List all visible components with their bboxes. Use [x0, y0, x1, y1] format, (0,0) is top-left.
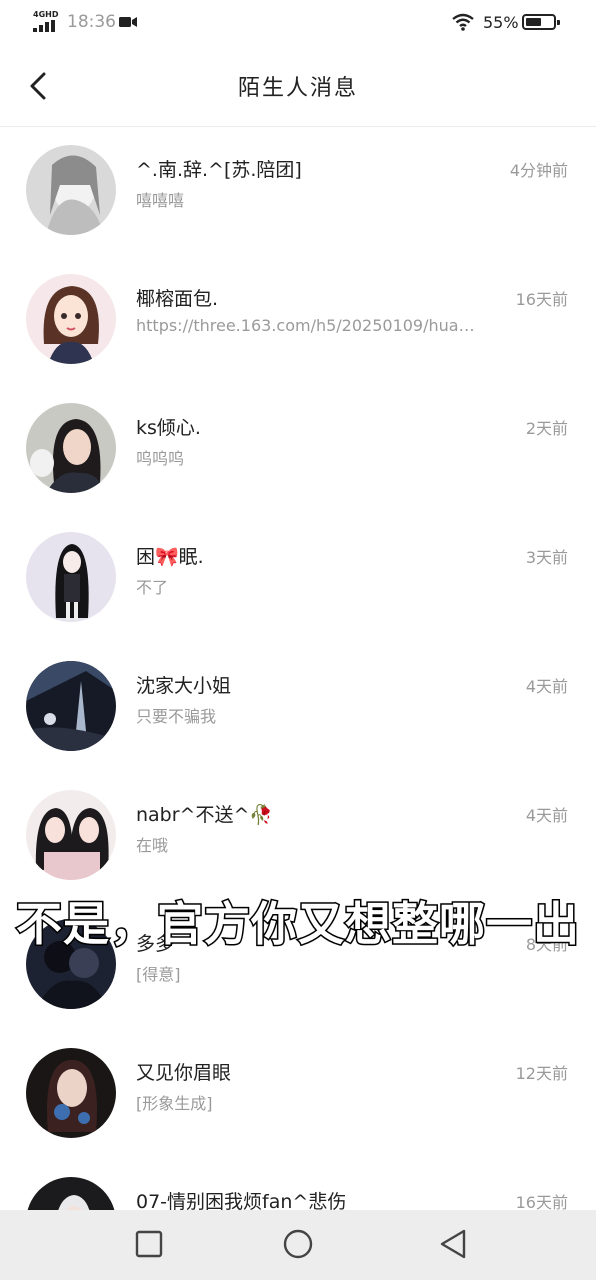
- conversation-time: 2天前: [525, 419, 568, 438]
- conversation-time: 4分钟前: [509, 161, 568, 180]
- conversation-row[interactable]: 沈家大小姐 只要不骗我 4天前: [0, 643, 596, 772]
- conversation-preview: 呜呜呜: [136, 449, 185, 468]
- conversation-preview: 在哦: [136, 836, 169, 855]
- conversation-preview: [形象生成]: [136, 1094, 213, 1113]
- conversation-preview: 只要不骗我: [136, 707, 217, 726]
- conversation-row[interactable]: 又见你眉眼 [形象生成] 12天前: [0, 1030, 596, 1159]
- back-triangle-icon[interactable]: [436, 1226, 472, 1262]
- blue-rose-avatar[interactable]: [26, 1048, 116, 1138]
- gray-anime-avatar[interactable]: [26, 145, 116, 235]
- home-circle-icon[interactable]: [280, 1226, 316, 1262]
- conversation-preview: https://three.163.com/h5/20250109/hua…: [136, 316, 475, 335]
- conversation-preview: 不了: [136, 578, 169, 597]
- conversation-name: ks倾心.: [136, 417, 201, 439]
- conversation-row[interactable]: 困🎀眠. 不了 3天前: [0, 514, 596, 643]
- conversation-time: 3天前: [525, 548, 568, 567]
- caption-overlay: 不是，官方你又想整哪一出: [15, 896, 581, 953]
- conversation-name: 椰榕面包.: [136, 288, 219, 310]
- signal-icon: [33, 20, 57, 32]
- video-icon: [119, 17, 137, 27]
- status-bar: 4GHD 18:36 55%: [0, 0, 596, 48]
- cartoon-girl-avatar[interactable]: [26, 274, 116, 364]
- network-type: 4GHD: [33, 10, 59, 19]
- conversation-time: 4天前: [525, 677, 568, 696]
- conversation-name: 又见你眉眼: [136, 1062, 232, 1084]
- recents-square-icon[interactable]: [131, 1226, 167, 1262]
- conversation-row[interactable]: 椰榕面包. https://three.163.com/h5/20250109/…: [0, 256, 596, 385]
- conversation-row[interactable]: ks倾心. 呜呜呜 2天前: [0, 385, 596, 514]
- conversation-preview: 嘻嘻嘻: [136, 191, 185, 210]
- battery-icon: [522, 14, 560, 30]
- wifi-icon: [452, 13, 474, 31]
- battery-percent: 55%: [483, 13, 519, 32]
- conversation-preview: [得意]: [136, 965, 181, 984]
- conversation-time: 12天前: [515, 1064, 568, 1083]
- anime-girl-avatar[interactable]: [26, 532, 116, 622]
- conversation-time: 4天前: [525, 806, 568, 825]
- night-scene-avatar[interactable]: [26, 661, 116, 751]
- system-nav-bar: [0, 1210, 596, 1280]
- conversation-row[interactable]: ^.南.辞.^[苏.陪团] 嘻嘻嘻 4分钟前: [0, 127, 596, 256]
- photo-girl-avatar[interactable]: [26, 403, 116, 493]
- conversation-time: 16天前: [515, 290, 568, 309]
- app-header: 陌生人消息: [0, 48, 596, 127]
- page-title: 陌生人消息: [237, 76, 358, 101]
- conversation-row[interactable]: nabr^不送^🥀 在哦 4天前: [0, 772, 596, 901]
- conversation-name: 困🎀眠.: [136, 546, 204, 568]
- two-girls-avatar[interactable]: [26, 790, 116, 880]
- conversation-name: 沈家大小姐: [136, 675, 232, 697]
- conversation-name: nabr^不送^🥀: [136, 804, 274, 826]
- conversation-name: ^.南.辞.^[苏.陪团]: [136, 159, 302, 181]
